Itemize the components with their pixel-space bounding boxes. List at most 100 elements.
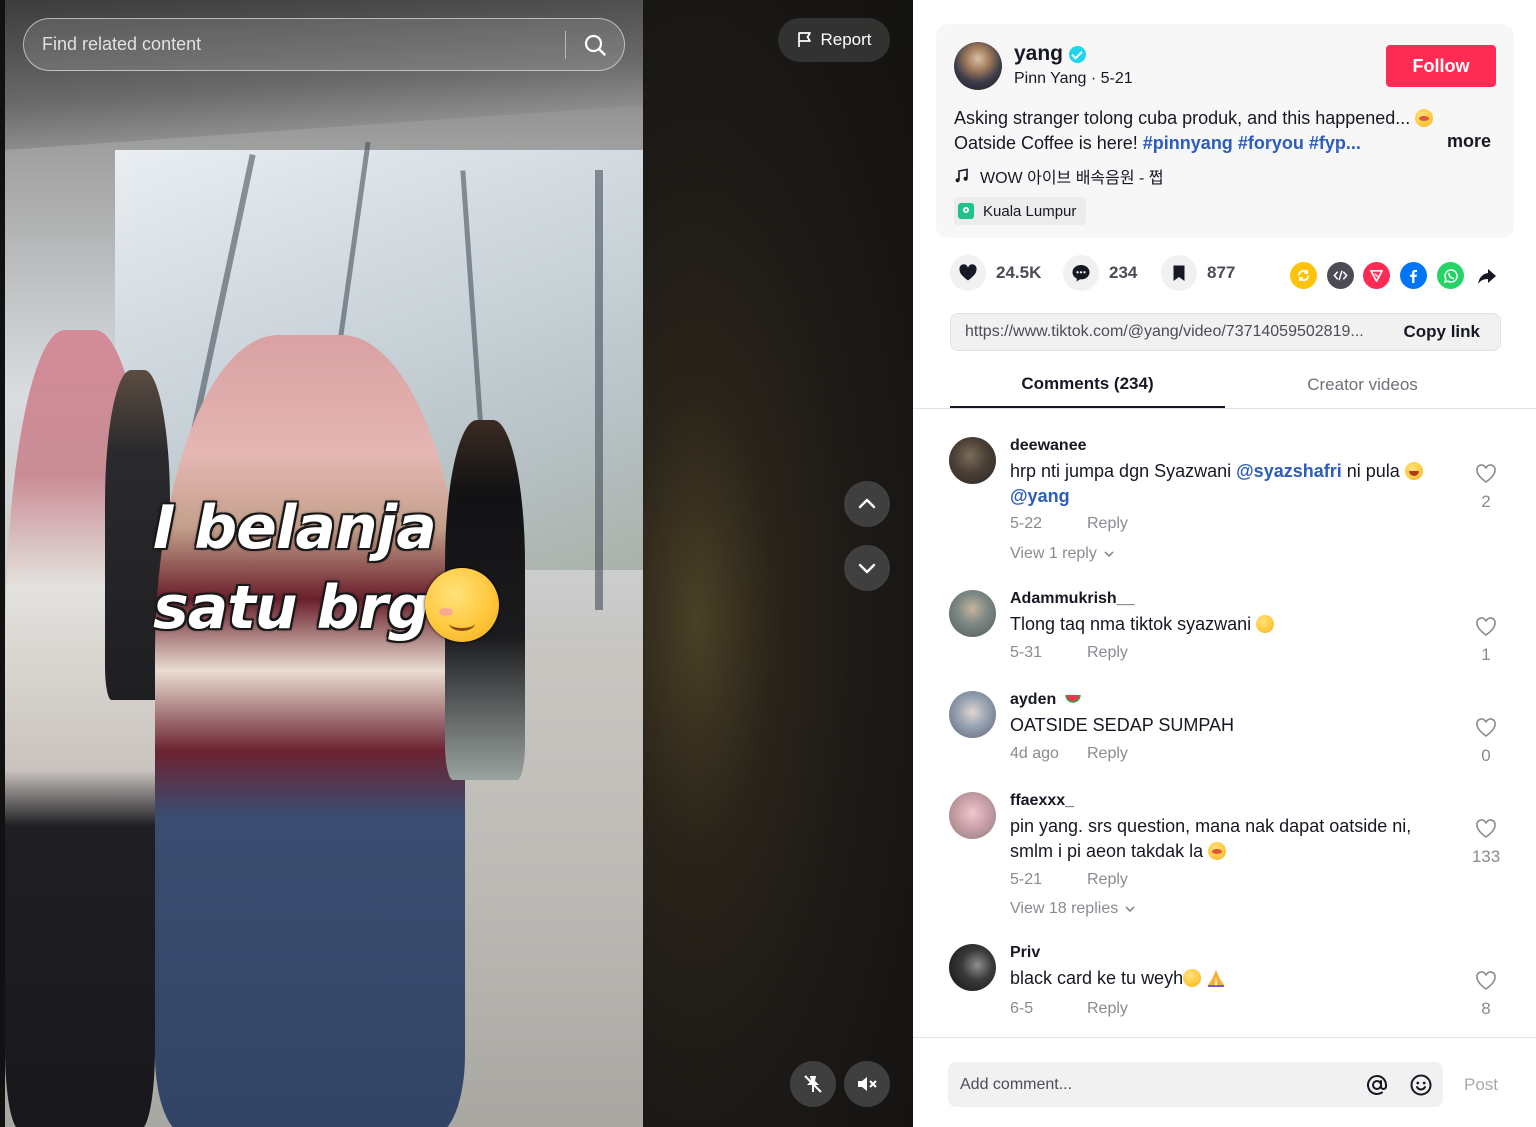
volume-muted-icon bbox=[858, 1077, 877, 1091]
comment-date: 5-22 bbox=[1010, 515, 1043, 532]
more-share-button[interactable] bbox=[1473, 262, 1500, 289]
location-tag[interactable]: Kuala Lumpur bbox=[954, 197, 1087, 225]
search-icon bbox=[584, 34, 606, 56]
reply-button[interactable]: Reply bbox=[1087, 745, 1128, 763]
comment-list: deewanee hrp nti jumpa dgn Syazwani @sya… bbox=[913, 410, 1536, 1037]
floating-player-button[interactable] bbox=[790, 1061, 836, 1107]
watermelon-icon bbox=[1064, 694, 1081, 703]
commenter-avatar[interactable] bbox=[949, 944, 996, 991]
share-whatsapp-button[interactable] bbox=[1437, 262, 1464, 289]
add-comment-bar: Post bbox=[913, 1037, 1536, 1127]
comment-like-button[interactable]: 8 bbox=[1469, 970, 1503, 1019]
comment-item: Adammukrish__ Tlong taq nma tiktok syazw… bbox=[913, 590, 1536, 680]
video-person-center bbox=[155, 335, 465, 1127]
tab-comments[interactable]: Comments (234) bbox=[950, 362, 1225, 408]
flushed-face-emoji bbox=[1208, 842, 1227, 860]
subline-separator: · bbox=[1090, 70, 1101, 87]
comment-like-count: 0 bbox=[1481, 746, 1491, 765]
share-facebook-button[interactable] bbox=[1400, 262, 1427, 289]
comment-like-count: 133 bbox=[1471, 847, 1501, 866]
mention-link[interactable]: @yang bbox=[1010, 486, 1070, 506]
commenter-username[interactable]: Adammukrish__ bbox=[1010, 590, 1135, 608]
follow-button[interactable]: Follow bbox=[1386, 45, 1496, 87]
favorite-button[interactable]: 877 bbox=[1161, 255, 1235, 291]
send-to-friends-button[interactable] bbox=[1363, 262, 1390, 289]
search-button[interactable] bbox=[566, 19, 624, 70]
whatsapp-icon bbox=[1443, 268, 1458, 283]
comment-text: pin yang. srs question, mana nak dapat o… bbox=[1010, 814, 1450, 864]
mention-link[interactable]: @syazshafri bbox=[1236, 461, 1342, 481]
embed-button[interactable] bbox=[1327, 262, 1354, 289]
video-player[interactable]: I belanja satu brg bbox=[5, 0, 643, 1127]
reply-button[interactable]: Reply bbox=[1087, 871, 1128, 889]
description-text: Asking stranger tolong cuba produk, and … bbox=[954, 108, 1411, 128]
heart-icon bbox=[950, 255, 986, 291]
commenter-avatar[interactable] bbox=[949, 691, 996, 738]
author-username[interactable]: yang bbox=[1014, 42, 1063, 66]
more-button[interactable]: more bbox=[1447, 131, 1491, 152]
mention-button[interactable] bbox=[1355, 1062, 1399, 1107]
repost-button[interactable] bbox=[1290, 262, 1317, 289]
heart-outline-icon bbox=[1476, 819, 1496, 838]
emoji-button[interactable] bbox=[1399, 1062, 1443, 1107]
comment-like-button[interactable]: 1 bbox=[1469, 616, 1503, 665]
comment-bubble-icon bbox=[1063, 255, 1099, 291]
comment-text: OATSIDE SEDAP SUMPAH bbox=[1010, 715, 1235, 735]
hashtag-link[interactable]: #fyp... bbox=[1309, 133, 1361, 153]
comment-like-button[interactable]: 0 bbox=[1469, 717, 1503, 766]
previous-video-button[interactable] bbox=[844, 481, 890, 527]
video-area: I belanja satu brg Report bbox=[0, 0, 913, 1127]
bookmark-icon bbox=[1161, 255, 1197, 291]
comment-text-part: ni pula bbox=[1341, 461, 1405, 481]
commenter-username[interactable]: deewanee bbox=[1010, 437, 1086, 455]
commenter-avatar[interactable] bbox=[949, 437, 996, 484]
chevron-down-icon bbox=[858, 563, 876, 574]
comment-like-count: 8 bbox=[1481, 999, 1491, 1018]
music-link[interactable]: WOW 아이브 배속음원 - 쩝 bbox=[954, 164, 1164, 188]
pin-off-icon bbox=[804, 1075, 822, 1093]
flushed-face-emoji bbox=[1415, 109, 1434, 127]
music-note-icon bbox=[955, 168, 968, 183]
comment-like-button[interactable]: 133 bbox=[1469, 818, 1503, 867]
next-video-button[interactable] bbox=[844, 545, 890, 591]
copy-link-button[interactable]: Copy link bbox=[1391, 322, 1500, 342]
comment-button[interactable]: 234 bbox=[1063, 255, 1137, 291]
comment-input[interactable] bbox=[948, 1062, 1355, 1107]
post-comment-button[interactable]: Post bbox=[1464, 1075, 1498, 1095]
commenter-avatar[interactable] bbox=[949, 792, 996, 839]
hashtag-link[interactable]: #pinnyang bbox=[1143, 133, 1233, 153]
view-replies-button[interactable]: View 18 replies bbox=[1010, 900, 1136, 918]
comment-like-count: 2 bbox=[1481, 492, 1491, 511]
author-avatar[interactable] bbox=[954, 42, 1002, 90]
comment-like-button[interactable]: 2 bbox=[1469, 463, 1503, 512]
comment-text: hrp nti jumpa dgn Syazwani @syazshafri n… bbox=[1010, 459, 1450, 509]
description-line-2: Oatside Coffee is here! bbox=[954, 133, 1138, 153]
reply-button[interactable]: Reply bbox=[1087, 515, 1128, 533]
commenter-username[interactable]: Priv bbox=[1010, 944, 1040, 962]
commenter-username[interactable]: ayden bbox=[1010, 691, 1081, 709]
reply-button[interactable]: Reply bbox=[1087, 1000, 1128, 1018]
video-caption-line-1: I belanja bbox=[153, 493, 437, 563]
comment-date: 5-21 bbox=[1010, 871, 1043, 888]
reply-button[interactable]: Reply bbox=[1087, 644, 1128, 662]
comment-item: deewanee hrp nti jumpa dgn Syazwani @sya… bbox=[913, 437, 1536, 577]
commenter-username[interactable]: ffaexxx_ bbox=[1010, 792, 1074, 810]
chevron-up-icon bbox=[858, 498, 876, 509]
search-bar bbox=[23, 18, 625, 71]
search-input[interactable] bbox=[24, 19, 565, 70]
mute-button[interactable] bbox=[844, 1061, 890, 1107]
view-replies-button[interactable]: View 1 reply bbox=[1010, 545, 1115, 563]
comment-date: 4d ago bbox=[1010, 745, 1059, 762]
report-button[interactable]: Report bbox=[778, 18, 890, 62]
comment-date: 5-31 bbox=[1010, 644, 1043, 661]
face-emoji bbox=[1183, 969, 1202, 987]
video-description: Asking stranger tolong cuba produk, and … bbox=[954, 106, 1454, 156]
tab-creator-videos[interactable]: Creator videos bbox=[1225, 362, 1500, 408]
send-icon bbox=[1370, 269, 1383, 282]
like-button[interactable]: 24.5K bbox=[950, 255, 1041, 291]
save-count: 877 bbox=[1207, 263, 1236, 282]
repost-icon bbox=[1297, 269, 1310, 282]
commenter-avatar[interactable] bbox=[949, 590, 996, 637]
comment-date: 6-5 bbox=[1010, 1000, 1034, 1017]
hashtag-link[interactable]: #foryou bbox=[1238, 133, 1304, 153]
